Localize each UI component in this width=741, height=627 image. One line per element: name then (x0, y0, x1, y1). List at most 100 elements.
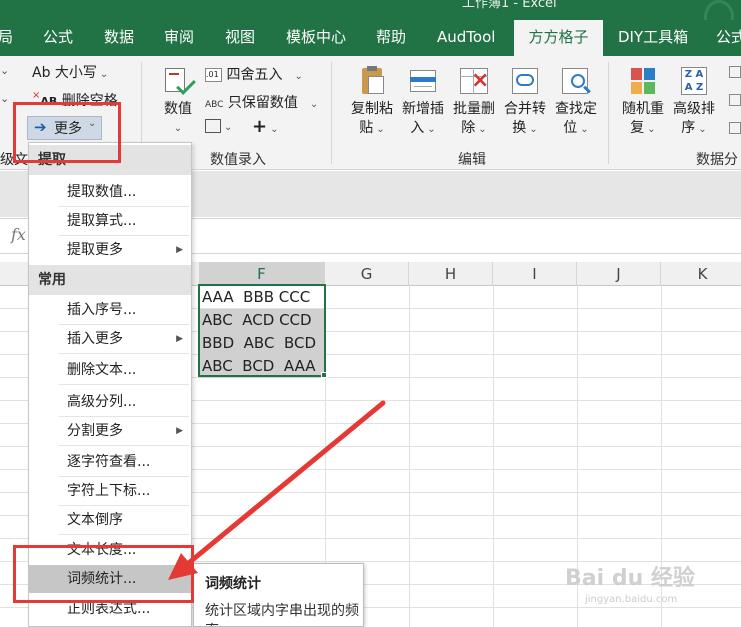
window-title: 工作簿1 - Excel (462, 0, 557, 11)
keep-value-button[interactable]: ABC 只保留数值 ⌄ (205, 92, 318, 112)
batch-delete-label-1: 批量删 (453, 101, 495, 117)
tab-view[interactable]: 视图 (225, 20, 255, 56)
submenu-arrow-icon: ▶ (176, 426, 183, 436)
batch-delete-label-2: 除 ⌄ (461, 120, 487, 136)
chevron-down-icon: ⌄ (647, 124, 656, 135)
chevron-down-icon: ⌄ (698, 124, 707, 135)
menu-item-extract-more[interactable]: 提取更多 ▶ (29, 236, 191, 264)
insert-new-button[interactable]: 新增插 入 ⌄ (398, 64, 448, 139)
random-blocks-icon (626, 64, 660, 98)
tab-layout[interactable]: 局 (0, 20, 13, 56)
find-locate-button[interactable]: 查找定 位 ⌄ (551, 64, 601, 139)
baidu-watermark: Bai du 经验 (565, 566, 695, 591)
keep-value-label: 只保留数值 (227, 95, 298, 111)
menu-item-char-view[interactable]: 逐字符查看... (29, 448, 191, 476)
annotation-box-word-frequency (13, 545, 194, 603)
chevron-down-icon: ⌄ (529, 124, 538, 135)
column-header-K[interactable]: K (661, 262, 741, 286)
chevron-down-icon: ⌄ (173, 123, 183, 134)
account-logo-icon (704, 0, 734, 20)
merge-convert-button[interactable]: 合并转 换 ⌄ (500, 64, 550, 139)
chevron-down-icon: ⌄ (309, 99, 319, 110)
random-repeat-button[interactable]: 随机重 复 ⌄ (618, 64, 668, 139)
gridline (493, 286, 494, 627)
round-icon: .01 (205, 68, 222, 82)
edit-dropdown-button[interactable]: ⌄ (205, 118, 232, 134)
tab-audtool[interactable]: AudTool (437, 20, 495, 56)
edit-group-label: 编辑 (458, 152, 486, 168)
chevron-down-icon: ⌄ (376, 124, 385, 135)
value-button[interactable]: 数值 ⌄ (156, 64, 200, 138)
edit-icon (205, 119, 221, 133)
ribbon-tab-bar: 局 公式 数据 审阅 视图 模板中心 帮助 AudTool 方方格子 DIY工具… (0, 20, 741, 56)
menu-divider (59, 534, 189, 535)
insert-new-label-2: 入 ⌄ (410, 120, 436, 136)
menu-item-delete-text[interactable]: 删除文本... (29, 356, 191, 384)
chevron-down-icon: ⌄ (270, 124, 279, 135)
menu-item-extract-values[interactable]: 提取数值... (29, 178, 191, 206)
menu-item-text-reverse[interactable]: 文本倒序 (29, 506, 191, 534)
submenu-arrow-icon: ▶ (176, 334, 183, 344)
menu-item-super-subscript[interactable]: 字符上下标... (29, 477, 191, 505)
menu-divider (59, 353, 189, 354)
submenu-arrow-icon: ▶ (176, 245, 183, 255)
random-repeat-label-2: 复 ⌄ (630, 120, 656, 136)
annotation-box-more (13, 102, 121, 163)
chevron-down-icon: ⌄ (294, 71, 303, 82)
fill-handle[interactable] (321, 372, 327, 378)
round-label: 四舍五入 (226, 67, 283, 83)
find-locate-label-2: 位 ⌄ (563, 120, 589, 136)
column-header-J[interactable]: J (577, 262, 661, 286)
case-button[interactable]: Ab 大小写 ⌄ (32, 62, 108, 82)
insert-button[interactable]: + ⌄ (252, 116, 278, 137)
column-header-H[interactable]: H (409, 262, 493, 286)
tab-data[interactable]: 数据 (104, 20, 134, 56)
advanced-sort-label-2: 序 ⌄ (681, 120, 707, 136)
numeric-group-label: 数值录入 (210, 152, 266, 168)
menu-item-split-more[interactable]: 分割更多 ▶ (29, 417, 191, 445)
menu-divider (59, 445, 189, 446)
column-header-I[interactable]: I (493, 262, 577, 286)
find-icon (559, 64, 593, 98)
value-icon (161, 64, 196, 98)
chevron-down-icon: ⌄ (478, 124, 487, 135)
merge-icon (508, 64, 542, 98)
tab-diy-toolbox[interactable]: DIY工具箱 (618, 20, 688, 56)
menu-item-advanced-split[interactable]: 高级分列... (29, 388, 191, 416)
column-header-F[interactable]: F (199, 262, 325, 286)
advanced-sort-button[interactable]: Z AA Z 高级排 序 ⌄ (669, 64, 719, 139)
word-frequency-tooltip: 词频统计 统计区域内字串出现的频率 (193, 563, 364, 627)
delete-grid-icon: × (457, 64, 491, 98)
tab-formulas-2[interactable]: 公式 (716, 20, 741, 56)
menu-item-insert-more[interactable]: 插入更多 ▶ (29, 325, 191, 353)
tab-template-center[interactable]: 模板中心 (286, 20, 346, 56)
value-label: 数值 (164, 101, 192, 117)
tab-fangfang[interactable]: 方方格子 (514, 20, 603, 56)
tab-formulas[interactable]: 公式 (43, 20, 73, 56)
copy-paste-label-2: 贴 ⌄ (359, 120, 385, 136)
selection-border (198, 284, 326, 377)
chevron-down-icon: ⌄ (0, 64, 10, 77)
batch-delete-button[interactable]: × 批量删 除 ⌄ (449, 64, 499, 139)
round-button[interactable]: .01 四舍五入 ⌄ (205, 64, 303, 84)
copy-paste-button[interactable]: 复制粘 贴 ⌄ (347, 64, 397, 139)
chevron-down-icon: ⌄ (224, 122, 233, 133)
chevron-down-icon: ⌄ (580, 124, 589, 135)
group-separator (608, 62, 609, 164)
menu-divider (59, 384, 189, 385)
find-locate-label-1: 查找定 (555, 101, 597, 117)
chevron-down-icon: ⌄ (99, 69, 109, 80)
plus-icon: + (252, 116, 268, 137)
fx-icon[interactable]: fx (11, 225, 26, 244)
group-separator (331, 62, 332, 164)
tab-help[interactable]: 帮助 (376, 20, 406, 56)
chevron-down-icon: ⌄ (0, 92, 10, 105)
menu-header-common: 常用 (29, 265, 191, 295)
tab-review[interactable]: 审阅 (164, 20, 194, 56)
menu-item-insert-serial[interactable]: 插入序号... (29, 296, 191, 324)
menu-item-extract-formulas[interactable]: 提取算式... (29, 207, 191, 235)
abc-icon: ABC (205, 100, 224, 110)
column-header-G[interactable]: G (325, 262, 409, 286)
ribbon-overflow (729, 66, 741, 146)
title-bar: 工作簿1 - Excel (0, 0, 741, 20)
